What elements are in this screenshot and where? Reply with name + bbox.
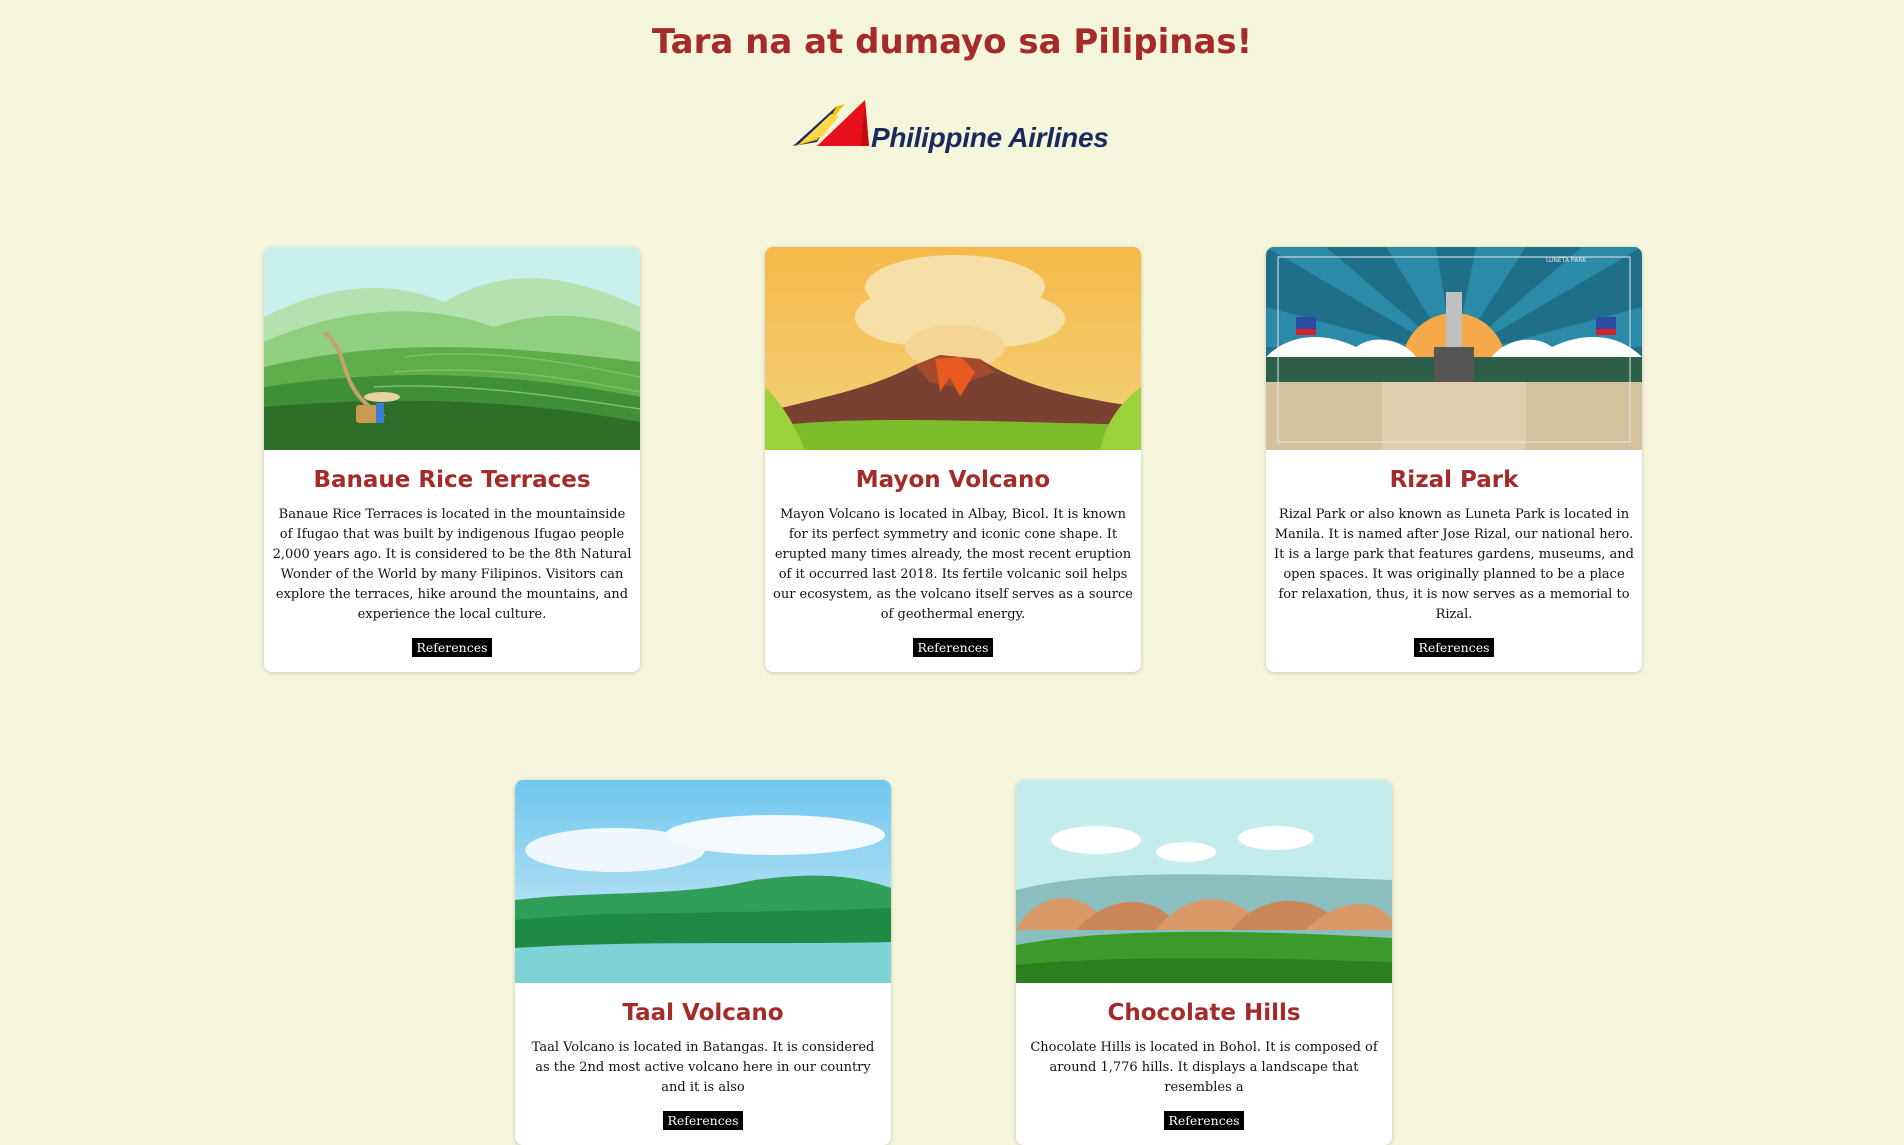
taal-volcano-image [515,780,891,983]
references-button[interactable]: References [412,638,492,657]
card-description: Banaue Rice Terraces is located in the m… [272,507,632,622]
references-button[interactable]: References [913,638,993,657]
card-title: Mayon Volcano [855,467,1051,493]
references-button[interactable]: References [1164,1111,1244,1130]
mayon-volcano-image [765,247,1141,450]
card-chocolate-hills: Chocolate Hills Chocolate Hills is locat… [1016,780,1392,1145]
card-banaue-rice-terraces: Banaue Rice Terraces Banaue Rice Terrace… [264,247,640,672]
card-description: Chocolate Hills is located in Bohol. It … [1030,1040,1378,1095]
card-mayon-volcano: Mayon Volcano Mayon Volcano is located i… [765,247,1141,672]
card-title: Rizal Park [1389,467,1519,493]
card-description: Taal Volcano is located in Batangas. It … [531,1040,875,1095]
airline-sunburst-icon [793,100,869,146]
card-title: Banaue Rice Terraces [313,467,591,493]
rizal-park-image: LUNETA PARK [1266,247,1642,450]
card-description: Mayon Volcano is located in Albay, Bicol… [773,507,1133,622]
card-title: Chocolate Hills [1107,1000,1301,1026]
image-caption: LUNETA PARK [1546,257,1587,264]
logo-text: Philippine Airlines [871,122,1109,153]
page-title: Tara na at dumayo sa Pilipinas! [651,22,1253,62]
card-description: Rizal Park or also known as Luneta Park … [1274,507,1634,622]
card-title: Taal Volcano [622,1000,784,1026]
references-button[interactable]: References [1414,638,1494,657]
card-rizal-park: LUNETA PARK Rizal Park Rizal Park or als… [1266,247,1642,672]
banaue-rice-terraces-image [264,247,640,450]
card-taal-volcano: Taal Volcano Taal Volcano is located in … [515,780,891,1145]
chocolate-hills-image [1016,780,1392,983]
references-button[interactable]: References [663,1111,743,1130]
philippine-airlines-logo: Philippine Airlines [787,96,1117,176]
